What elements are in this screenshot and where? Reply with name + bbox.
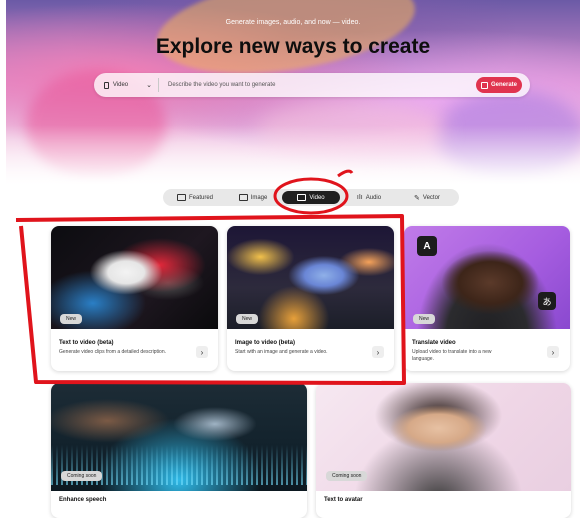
card-image-to-video[interactable]: New Image to video (beta) Start with an … — [227, 226, 394, 371]
prompt-bar: Video ⌄ Describe the video you want to g… — [94, 73, 530, 97]
category-tabs: Featured Image Video ıIı Audio ✎ Vector — [163, 189, 459, 206]
card-description: Upload video to translate into a new lan… — [412, 349, 492, 362]
card-translate-video[interactable]: A あ New Translate video Upload video to … — [404, 226, 570, 371]
generate-button[interactable]: Generate — [476, 77, 522, 93]
card-title: Text to video (beta) — [59, 340, 114, 346]
chevron-right-icon[interactable]: › — [196, 346, 208, 358]
video-icon — [104, 81, 109, 89]
translate-bubble-glyph: あ — [542, 297, 552, 308]
card-text-to-avatar[interactable]: Coming soon Text to avatar — [316, 383, 571, 518]
prompt-divider — [158, 78, 159, 92]
tab-image[interactable]: Image — [224, 191, 282, 204]
status-badge: Coming soon — [326, 471, 368, 481]
hero-fade — [6, 125, 580, 185]
mode-label: Video — [112, 82, 129, 88]
hero-title: Explore new ways to create — [155, 35, 431, 58]
pen-icon: ✎ — [414, 194, 420, 202]
tab-featured[interactable]: Featured — [166, 191, 224, 204]
status-badge: New — [413, 314, 436, 324]
card-enhance-speech[interactable]: Coming soon Enhance speech — [51, 383, 307, 518]
tab-label: Vector — [422, 194, 440, 201]
chevron-right-icon[interactable]: › — [372, 346, 384, 358]
prompt-input[interactable]: Describe the video you want to generate — [168, 73, 275, 97]
audio-icon: ıIı — [356, 194, 363, 201]
image-icon — [238, 194, 248, 201]
card-title: Image to video (beta) — [235, 340, 296, 346]
translate-bubble-icon: あ — [538, 292, 556, 310]
tab-video[interactable]: Video — [282, 191, 340, 204]
tab-label: Video — [309, 194, 325, 201]
card-text-to-video[interactable]: New Text to video (beta) Generate video … — [51, 226, 218, 371]
card-title: Text to avatar — [324, 497, 363, 503]
generate-label: Generate — [490, 82, 517, 88]
card-description: Start with an image and generate a video… — [235, 349, 328, 355]
status-badge: Coming soon — [61, 471, 103, 481]
tab-audio[interactable]: ıIı Audio — [340, 191, 398, 204]
chevron-down-icon: ⌄ — [146, 82, 152, 89]
featured-icon — [176, 194, 186, 201]
video-icon — [297, 194, 307, 201]
card-description: Generate video clips from a detailed des… — [59, 349, 167, 355]
generate-icon — [480, 81, 488, 89]
status-badge: New — [60, 314, 83, 324]
tab-label: Image — [250, 194, 268, 201]
tab-vector[interactable]: ✎ Vector — [398, 191, 456, 204]
card-title: Translate video — [412, 340, 456, 346]
hero-subtitle: Generate images, audio, and now — video. — [225, 19, 361, 26]
speech-bubble-icon: A — [417, 236, 437, 256]
tab-label: Audio — [365, 194, 382, 201]
mode-dropdown[interactable]: Video ⌄ — [104, 73, 152, 97]
chevron-right-icon[interactable]: › — [547, 346, 559, 358]
tab-label: Featured — [188, 194, 213, 201]
card-title: Enhance speech — [59, 497, 107, 503]
speech-bubble-letter: A — [423, 240, 431, 252]
status-badge: New — [236, 314, 259, 324]
